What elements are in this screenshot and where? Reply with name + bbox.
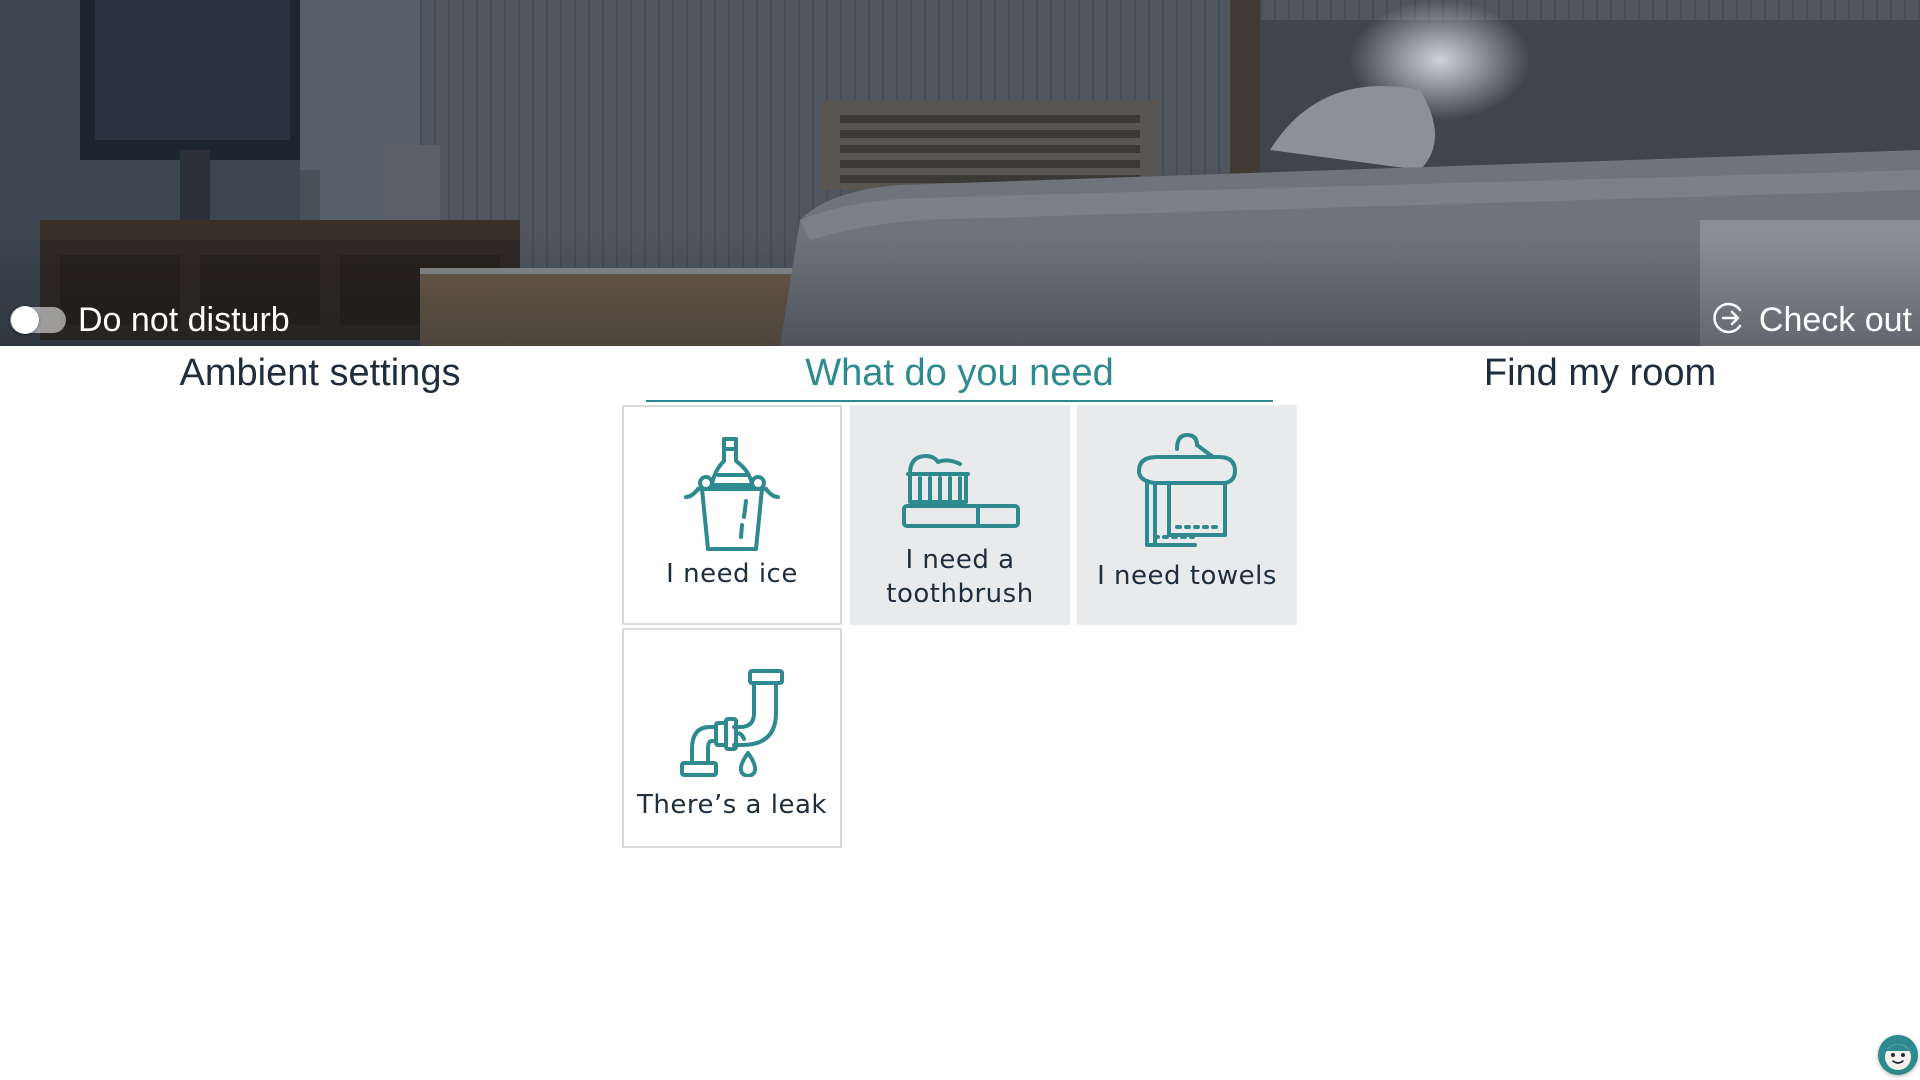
tab-what-do-you-need[interactable]: What do you need bbox=[646, 350, 1273, 402]
request-ice-label: I need ice bbox=[666, 559, 798, 589]
tab-ambient-settings[interactable]: Ambient settings bbox=[80, 350, 560, 400]
assistant-avatar-icon[interactable] bbox=[1878, 1035, 1918, 1075]
do-not-disturb-toggle[interactable]: Do not disturb bbox=[10, 300, 290, 340]
request-towels-label: I need towels bbox=[1097, 561, 1277, 591]
toggle-switch[interactable] bbox=[10, 306, 66, 334]
leaking-pipe-icon bbox=[680, 664, 784, 782]
hero-banner: Do not disturb Check out bbox=[0, 0, 1920, 346]
towels-icon bbox=[1133, 429, 1241, 553]
ice-bucket-icon bbox=[684, 437, 780, 555]
tab-find-my-room[interactable]: Find my room bbox=[1360, 350, 1840, 400]
check-out-label: Check out bbox=[1758, 300, 1912, 339]
toggle-knob bbox=[11, 306, 39, 334]
report-leak-tile[interactable]: There’s a leak bbox=[622, 628, 842, 848]
report-leak-label: There’s a leak bbox=[637, 790, 827, 820]
exit-arrow-icon bbox=[1713, 301, 1747, 340]
request-toothbrush-tile[interactable]: I need a toothbrush bbox=[850, 405, 1070, 625]
request-ice-tile[interactable]: I need ice bbox=[622, 405, 842, 625]
request-towels-tile[interactable]: I need towels bbox=[1077, 405, 1297, 625]
do-not-disturb-label: Do not disturb bbox=[78, 300, 290, 339]
request-toothbrush-label: I need a toothbrush bbox=[886, 545, 1034, 609]
toothbrush-icon bbox=[900, 445, 1020, 535]
check-out-button[interactable]: Check out bbox=[1713, 298, 1912, 342]
